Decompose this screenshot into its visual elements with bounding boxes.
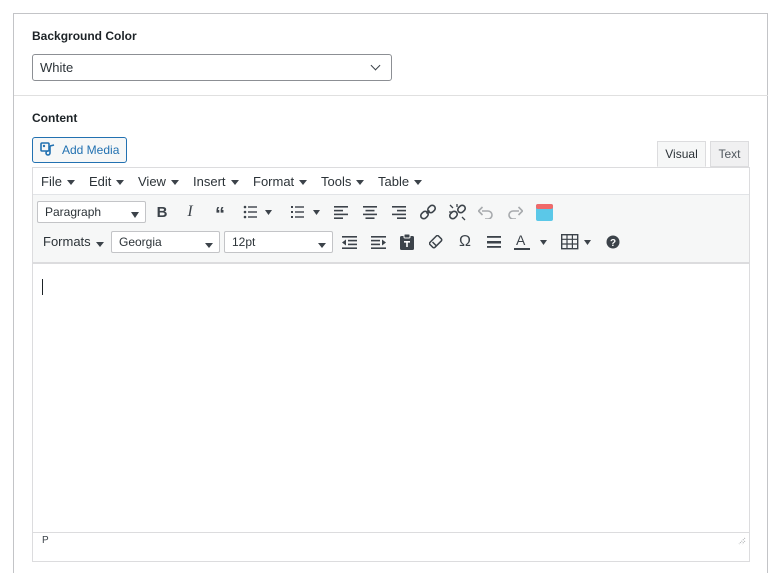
formats-dropdown[interactable]: Formats <box>43 234 104 249</box>
special-character-button[interactable]: Ω <box>454 231 476 253</box>
section-divider <box>14 95 768 96</box>
clear-formatting-button[interactable] <box>425 231 447 253</box>
text-cursor <box>42 279 43 295</box>
font-size-select[interactable]: 12pt <box>224 231 333 253</box>
background-color-value: White <box>40 60 74 75</box>
chevron-down-icon <box>370 60 381 71</box>
indent-button[interactable] <box>367 231 389 253</box>
menu-insert[interactable]: Insert <box>193 174 239 189</box>
caret-down-icon <box>318 243 326 248</box>
undo-icon <box>478 205 493 219</box>
element-path[interactable]: P <box>42 535 49 546</box>
help-button[interactable]: ? <box>602 231 624 253</box>
caret-down-icon <box>95 241 104 247</box>
color-swatch-icon <box>535 203 553 221</box>
menu-format-label: Format <box>253 174 295 189</box>
add-media-label: Add Media <box>62 143 120 157</box>
menu-insert-label: Insert <box>193 174 226 189</box>
menu-edit-label: Edit <box>89 174 112 189</box>
numbered-list-button[interactable] <box>288 201 324 223</box>
redo-icon <box>508 205 523 219</box>
menu-view[interactable]: View <box>138 174 179 189</box>
editor-content-area[interactable] <box>33 264 749 532</box>
link-icon <box>420 204 436 220</box>
menu-file-label: File <box>41 174 62 189</box>
caret-down-icon <box>356 180 365 185</box>
align-center-button[interactable] <box>359 201 381 223</box>
outdent-icon <box>341 235 357 249</box>
block-format-select[interactable]: Paragraph <box>37 201 146 223</box>
caret-down-icon <box>170 180 179 185</box>
color-picker-button[interactable] <box>533 201 555 223</box>
redo-button[interactable] <box>504 201 526 223</box>
caret-down-icon <box>66 180 75 185</box>
tab-visual[interactable]: Visual <box>657 141 706 167</box>
bullet-list-icon <box>243 205 272 219</box>
table-icon <box>561 234 591 250</box>
align-right-icon <box>392 205 406 219</box>
horizontal-line-button[interactable] <box>483 231 505 253</box>
media-icon <box>40 141 56 159</box>
table-button[interactable] <box>559 231 595 253</box>
paste-text-button[interactable] <box>396 231 418 253</box>
font-family-value: Georgia <box>119 235 162 249</box>
svg-text:A: A <box>516 233 526 248</box>
italic-icon: I <box>187 203 193 220</box>
blockquote-icon: “ <box>215 203 225 226</box>
menu-table[interactable]: Table <box>378 174 423 189</box>
bold-icon: B <box>156 203 168 221</box>
editor-menubar: File Edit View Insert Format Tools Table <box>33 168 749 195</box>
block-format-value: Paragraph <box>45 205 102 219</box>
menu-tools-label: Tools <box>321 174 352 189</box>
align-left-icon <box>334 205 348 219</box>
unlink-icon <box>448 203 466 220</box>
rich-text-editor: File Edit View Insert Format Tools Table… <box>32 167 750 562</box>
formats-label: Formats <box>43 234 91 249</box>
bullet-list-button[interactable] <box>240 201 276 223</box>
bold-button[interactable]: B <box>151 201 173 223</box>
font-family-select[interactable]: Georgia <box>111 231 220 253</box>
caret-down-icon <box>299 180 308 185</box>
caret-down-icon <box>116 180 125 185</box>
menu-tools[interactable]: Tools <box>321 174 365 189</box>
background-color-select[interactable]: White <box>32 54 392 81</box>
add-media-button[interactable]: Add Media <box>32 137 127 163</box>
editor-toolbar: Paragraph B I “ Formats Georgia 12pt Ω A… <box>33 195 749 264</box>
paste-text-icon <box>400 234 414 250</box>
clear-formatting-icon <box>429 235 443 249</box>
caret-down-icon <box>131 212 139 218</box>
horizontal-line-icon <box>487 236 501 248</box>
content-label: Content <box>32 111 78 125</box>
svg-text:?: ? <box>610 238 616 249</box>
menu-table-label: Table <box>378 174 410 189</box>
font-size-value: 12pt <box>232 235 256 249</box>
indent-icon <box>370 235 386 249</box>
menu-view-label: View <box>138 174 166 189</box>
text-color-icon: A <box>514 233 547 250</box>
blockquote-button[interactable]: “ <box>209 201 231 226</box>
special-character-icon: Ω <box>459 233 471 250</box>
menu-format[interactable]: Format <box>253 174 308 189</box>
unlink-button[interactable] <box>446 201 468 223</box>
align-left-button[interactable] <box>330 201 352 223</box>
caret-down-icon <box>414 180 423 185</box>
background-color-label: Background Color <box>32 29 137 43</box>
text-color-button[interactable]: A <box>512 231 550 253</box>
menu-file[interactable]: File <box>41 174 75 189</box>
italic-button[interactable]: I <box>179 201 201 223</box>
resize-handle-icon[interactable] <box>738 537 746 545</box>
help-icon: ? <box>606 235 620 249</box>
align-right-button[interactable] <box>388 201 410 223</box>
editor-statusbar: P <box>33 532 749 550</box>
menu-edit[interactable]: Edit <box>89 174 125 189</box>
caret-down-icon <box>230 180 239 185</box>
tab-text[interactable]: Text <box>710 141 749 167</box>
numbered-list-icon <box>291 206 320 218</box>
align-center-icon <box>363 205 377 219</box>
caret-down-icon <box>205 243 213 248</box>
outdent-button[interactable] <box>338 231 360 253</box>
undo-button[interactable] <box>475 201 497 223</box>
insert-link-button[interactable] <box>417 201 439 223</box>
